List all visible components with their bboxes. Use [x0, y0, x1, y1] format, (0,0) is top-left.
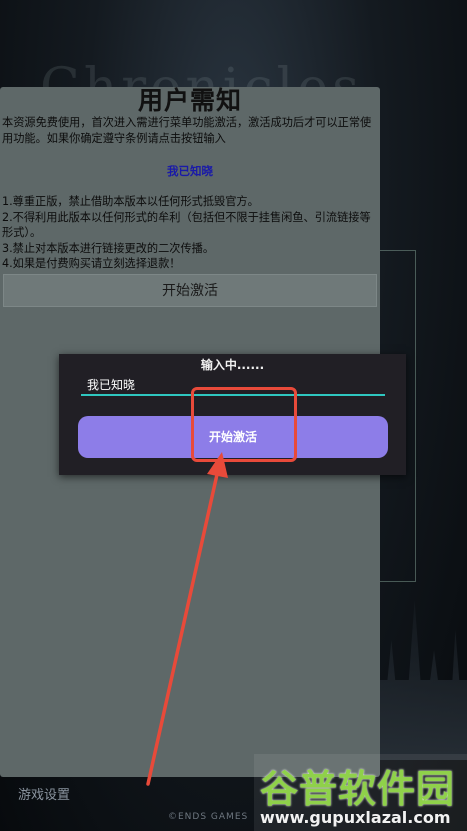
- rule-item: 2.不得利用此版本以任何形式的牟利（包括但不限于挂售闲鱼、引流链接等形式）。: [2, 210, 371, 240]
- notice-title: 用户需知: [137, 86, 242, 115]
- studio-copyright: ©ENDS GAMES: [168, 812, 249, 822]
- notice-activate-button[interactable]: 开始激活: [3, 274, 377, 307]
- rule-item: 1.尊重正版，禁止借助本版本以任何形式抵毁官方。: [2, 195, 259, 208]
- game-settings-tab[interactable]: 游戏设置: [18, 784, 70, 803]
- watermark-url: www.gupuxlazal.com: [260, 808, 451, 827]
- acknowledge-link[interactable]: 我已知晓: [0, 163, 380, 179]
- watermark-logo: 谷普软件园: [260, 767, 456, 811]
- rule-item: 3.禁止对本版本进行链接更改的二次传播。: [2, 241, 215, 255]
- dialog-title: 输入中......: [200, 358, 265, 372]
- rule-item: 4.如果是付费购买请立刻选择退款！: [2, 257, 181, 270]
- rules-list: 1.尊重正版，禁止借助本版本以任何形式抵毁官方。 2.不得利用此版本以任何形式的…: [2, 194, 378, 272]
- site-watermark: 谷普软件园 www.gupuxlazal.com: [254, 754, 467, 831]
- notice-intro-text: 本资源免费使用，首次进入需进行菜单功能激活，激活成功后才可以正常使用功能。如果你…: [2, 116, 372, 145]
- annotation-highlight-box: [191, 387, 297, 462]
